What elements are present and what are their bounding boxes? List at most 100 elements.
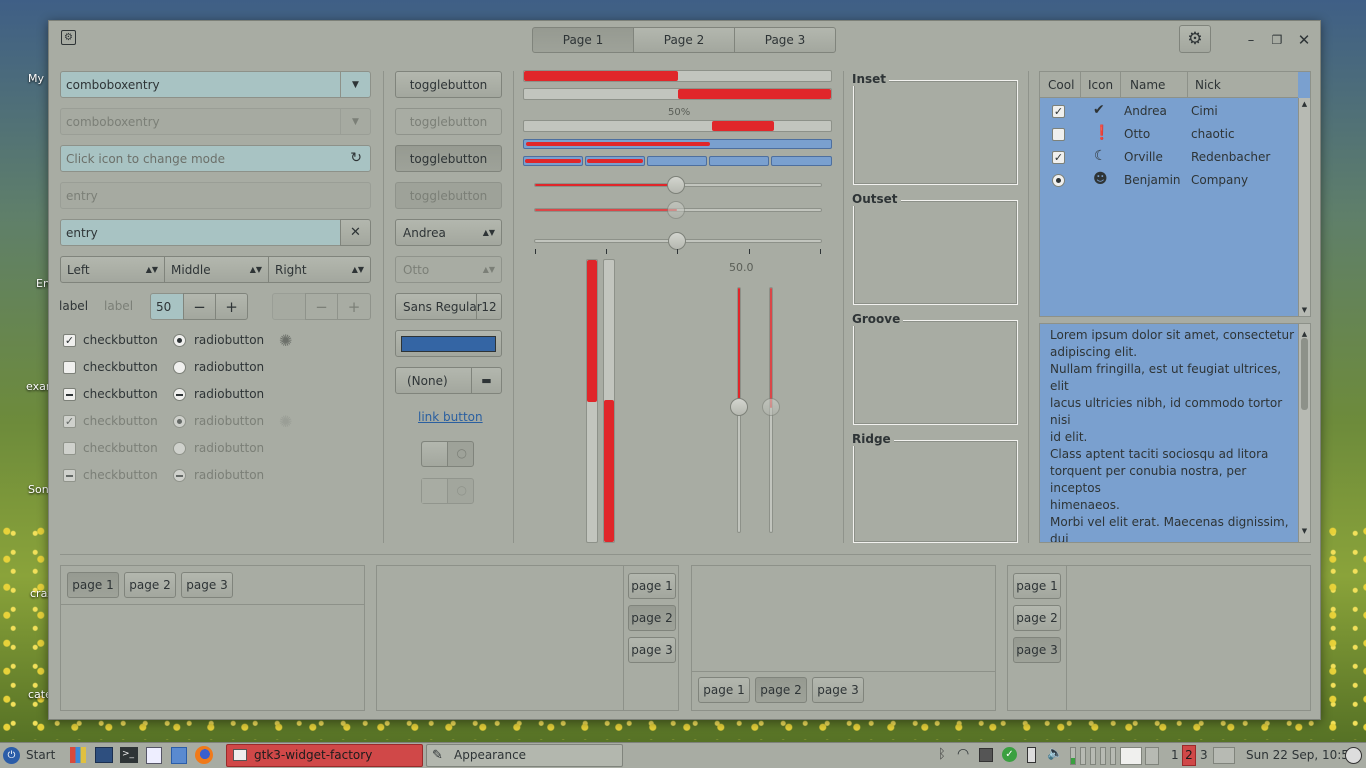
link-button[interactable]: link button [418,410,483,424]
desktop-icon[interactable] [95,747,113,763]
column-header-nick[interactable]: Nick [1195,78,1221,92]
vertical-progress-bar [586,259,598,543]
cool-checkbox-checked[interactable]: ✓ [1052,105,1065,118]
workspace-1[interactable]: 1 [1171,748,1179,762]
cool-checkbox-checked[interactable]: ✓ [1052,151,1065,164]
radio-selected[interactable] [173,334,186,347]
align-right-combo[interactable]: Right ▲▼ [268,256,371,283]
notebook-tab-page-3[interactable]: page 3 [628,637,676,663]
notebook-tab-page-2[interactable]: page 2 [628,605,676,631]
tree-row-nick[interactable]: Cimi [1191,104,1218,118]
radio-unselected[interactable] [173,361,186,374]
scale-slider-knob[interactable] [668,232,686,250]
scale-slider-knob[interactable] [730,398,748,416]
scroll-thumb[interactable] [1301,338,1308,410]
scroll-down-icon[interactable]: ▼ [1299,523,1310,540]
stack-tab-page-1[interactable]: Page 1 [532,27,634,53]
tree-view[interactable]: Cool Icon Name Nick ✓ ✔ Andrea Cimi ❗ Ot… [1039,71,1311,317]
tree-row-name[interactable]: Orville [1124,150,1163,164]
combobox-entry[interactable]: comboboxentry ▼ [60,71,371,98]
text-editor-icon[interactable] [146,747,162,764]
togglebutton[interactable]: togglebutton [395,71,502,98]
notebook-tab-page-2[interactable]: page 2 [1013,605,1061,631]
chevron-down-icon[interactable]: ▼ [340,72,370,97]
window-menu-icon[interactable]: ⚙ [61,30,76,45]
bluetooth-icon[interactable]: ᛒ [938,747,946,762]
tree-row-nick[interactable]: Redenbacher [1191,150,1270,164]
spin-button-value[interactable]: 50 [150,293,184,320]
text-view[interactable]: Lorem ipsum dolor sit amet, consectetur a… [1039,323,1311,543]
notebook-tab-page-1[interactable]: page 1 [1013,573,1061,599]
notebook-tab-page-1[interactable]: page 1 [698,677,750,703]
show-desktop-icon[interactable] [1213,747,1235,764]
maximize-icon[interactable]: ❐ [1267,30,1287,50]
notebook-tab-page-3[interactable]: page 3 [812,677,864,703]
scroll-up-icon[interactable]: ▲ [1299,100,1310,108]
font-button[interactable]: Sans Regular 12 [395,293,502,320]
switch-off[interactable]: ○ [421,441,474,467]
spin-plus-button[interactable]: + [215,293,248,320]
gear-icon[interactable]: ⚙ [1179,25,1211,53]
checkbox-mixed[interactable] [63,388,76,401]
start-menu-icon[interactable]: ⏻ [3,747,20,764]
column-header-icon[interactable]: Icon [1088,78,1113,92]
calculator-icon[interactable] [171,747,187,764]
desktop-icon-label[interactable]: Son [28,483,49,496]
notebook-tab-page-1[interactable]: page 1 [628,573,676,599]
align-left-combo[interactable]: Left ▲▼ [60,256,165,283]
task-appearance[interactable]: ✎ Appearance [426,744,623,767]
scroll-down-icon[interactable]: ▼ [1299,306,1310,314]
tree-scrollbar[interactable]: ▲ ▼ [1298,98,1310,316]
notebook-tab-page-3[interactable]: page 3 [1013,637,1061,663]
checkbox-checked[interactable]: ✓ [63,334,76,347]
checkbox-unchecked[interactable] [63,361,76,374]
clear-icon[interactable]: ✕ [340,219,371,246]
tree-row-name[interactable]: Andrea [1124,104,1167,118]
file-chooser-button[interactable]: (None) ▬ [395,367,502,394]
tree-row-nick[interactable]: Company [1191,173,1248,187]
tree-row-nick[interactable]: chaotic [1191,127,1235,141]
column-header-cool[interactable]: Cool [1048,78,1074,92]
text-view-line: id elit. [1050,430,1088,444]
close-icon[interactable]: ✕ [1294,30,1314,50]
align-middle-combo[interactable]: Middle ▲▼ [164,256,269,283]
scale-slider-knob[interactable] [667,176,685,194]
togglebutton-active[interactable]: togglebutton [395,145,502,172]
app-grid-icon[interactable] [70,747,86,763]
wifi-icon[interactable]: ◠ [957,746,969,762]
refresh-icon[interactable]: ↻ [350,150,362,166]
color-button[interactable] [395,330,502,357]
desktop-icon-label[interactable]: My [28,72,44,85]
stack-tab-page-3[interactable]: Page 3 [734,27,836,53]
entry-field[interactable]: entry [60,219,341,246]
update-check-icon[interactable]: ✓ [1002,747,1017,762]
spin-minus-button[interactable]: − [183,293,216,320]
volume-icon[interactable]: 🔈 [1047,746,1063,761]
cool-checkbox-unchecked[interactable] [1052,128,1065,141]
notebook-tab-page-2[interactable]: page 2 [755,677,807,703]
cool-radio-selected[interactable] [1052,174,1065,187]
clock-icon[interactable] [1345,747,1362,764]
task-gtk3-widget-factory[interactable]: gtk3-widget-factory [226,744,423,767]
notebook-tab-page-3[interactable]: page 3 [181,572,233,598]
tree-row-name[interactable]: Otto [1124,127,1150,141]
column-header-name[interactable]: Name [1130,78,1165,92]
terminal-icon[interactable]: >_ [120,747,138,763]
combo-andrea[interactable]: Andrea ▲▼ [395,219,502,246]
notebook-tab-page-1[interactable]: page 1 [67,572,119,598]
mode-entry[interactable]: Click icon to change mode ↻ [60,145,371,172]
minimize-icon[interactable]: – [1241,30,1261,50]
notebook-tab-page-2[interactable]: page 2 [124,572,176,598]
workspace-3[interactable]: 3 [1200,748,1208,762]
clock[interactable]: Sun 22 Sep, 10:57 [1246,748,1357,762]
battery-icon[interactable] [1027,747,1036,763]
tree-row-name[interactable]: Benjamin [1124,173,1181,187]
workspace-2-active[interactable]: 2 [1182,745,1196,766]
text-scrollbar[interactable]: ▲ ▼ [1298,324,1310,542]
firefox-icon[interactable] [195,746,213,764]
stack-tab-page-2[interactable]: Page 2 [633,27,735,53]
start-button[interactable]: Start [26,748,55,762]
frame-ridge [853,440,1018,543]
radio-mixed[interactable] [173,388,186,401]
network-icon[interactable] [979,748,993,762]
